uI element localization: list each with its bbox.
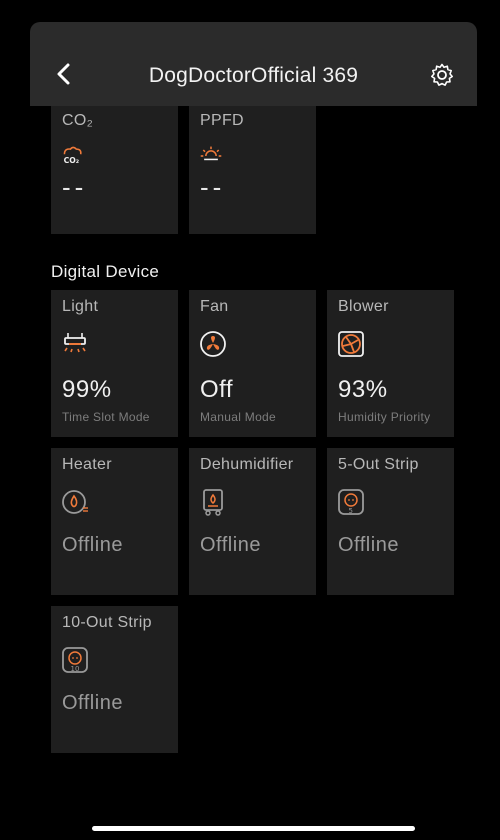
fan-icon — [200, 331, 226, 357]
co2-icon: CO₂ — [64, 146, 82, 165]
device-label: Fan — [200, 298, 229, 315]
section-title-digital-device: Digital Device — [51, 262, 160, 281]
device-value: 93% — [338, 376, 388, 403]
device-card-dehumidifier[interactable]: Dehumidifier Offline — [189, 448, 316, 595]
sensor-value: -- — [200, 172, 226, 202]
device-card-fan[interactable]: Fan Off Manual Mode — [189, 290, 316, 437]
device-label: Light — [62, 298, 99, 315]
page-title: DogDoctorOfficial 369 — [148, 64, 359, 87]
ppfd-icon — [200, 146, 222, 161]
device-status: Offline — [200, 534, 261, 556]
power-strip-5-icon: 5 — [338, 489, 364, 515]
home-indicator[interactable] — [92, 826, 415, 831]
device-card-5-out-strip[interactable]: 5-Out Strip 5 Offline — [327, 448, 454, 595]
device-card-light[interactable]: Light 99% Time Slot Mode — [51, 290, 178, 437]
device-status: Offline — [62, 692, 123, 714]
sensor-label: PPFD — [200, 112, 244, 129]
sensor-value: -- — [62, 172, 88, 202]
light-icon — [64, 333, 86, 353]
device-card-10-out-strip[interactable]: 10-Out Strip 10 Offline — [51, 606, 178, 753]
top-bar: DogDoctorOfficial 369 — [30, 22, 477, 106]
device-label: Dehumidifier — [200, 456, 294, 473]
sensor-card-co2[interactable]: CO₂ CO₂ -- — [51, 106, 178, 234]
device-label: 5-Out Strip — [338, 456, 419, 473]
device-status: Offline — [338, 534, 399, 556]
power-strip-10-icon: 10 — [62, 647, 88, 673]
dehumidifier-icon — [203, 489, 223, 516]
device-card-heater[interactable]: Heater Offline — [51, 448, 178, 595]
device-label: 10-Out Strip — [62, 614, 152, 631]
device-status: Offline — [62, 534, 123, 556]
device-value: 99% — [62, 376, 112, 403]
svg-text:10: 10 — [71, 665, 80, 673]
sensor-label: CO₂ — [62, 112, 94, 129]
device-card-blower[interactable]: Blower 93% Humidity Priority — [327, 290, 454, 437]
sensor-card-ppfd[interactable]: PPFD -- — [189, 106, 316, 234]
settings-gear-icon[interactable] — [429, 62, 455, 88]
heater-icon — [62, 490, 88, 514]
device-label: Heater — [62, 456, 112, 473]
svg-text:CO₂: CO₂ — [64, 156, 80, 165]
blower-icon — [338, 331, 364, 357]
device-mode: Manual Mode — [200, 410, 277, 424]
device-label: Blower — [338, 298, 389, 315]
svg-text:5: 5 — [349, 507, 353, 515]
device-value: Off — [200, 376, 234, 403]
device-mode: Humidity Priority — [338, 410, 431, 424]
device-mode: Time Slot Mode — [62, 410, 150, 424]
